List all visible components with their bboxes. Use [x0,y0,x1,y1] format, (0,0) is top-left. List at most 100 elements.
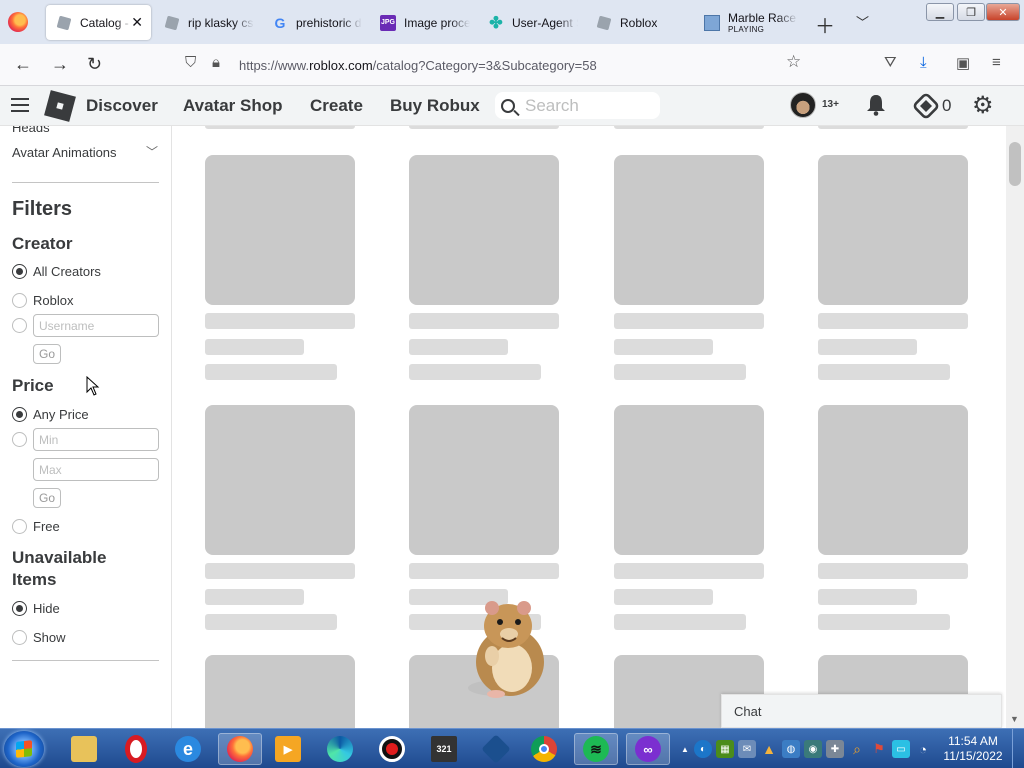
tab-catalog[interactable]: Catalog - Roblox ✕ [46,5,151,40]
close-tab-icon[interactable]: ✕ [131,14,143,31]
radio-button[interactable] [12,318,27,333]
tray-expand-icon[interactable]: ▲ [680,740,690,758]
tray-eye-icon[interactable]: ◉ [804,740,822,758]
robux-icon[interactable] [911,91,941,121]
username-input[interactable] [33,314,159,337]
item-thumbnail-placeholder[interactable] [614,155,764,305]
search-box[interactable] [495,92,660,119]
restore-window-button[interactable]: ❐ [957,3,985,21]
lock-icon[interactable]: 🔒︎ [212,54,220,71]
forward-arrow-icon[interactable]: → [51,54,69,74]
close-window-button[interactable]: ✕ [986,3,1020,21]
item-thumbnail-placeholder[interactable] [818,405,968,555]
radio-hide[interactable]: Hide [12,601,60,616]
search-input[interactable] [525,95,645,116]
radio-button[interactable] [12,519,27,534]
tab-image-processing[interactable]: JPG Image processing [370,5,470,40]
back-arrow-icon[interactable]: ← [14,54,32,74]
radio-username[interactable] [12,318,33,333]
radio-free[interactable]: Free [12,519,60,534]
tab-user-agent[interactable]: ✤ User-Agent Switcher [478,5,578,40]
downloads-icon[interactable]: ⤓ [920,54,927,71]
pocket-icon[interactable]: ⛛ [884,54,897,71]
scroll-down-arrow-icon[interactable]: ▼ [1010,714,1019,724]
page-scrollbar[interactable]: ▼ [1006,126,1024,728]
taskbar-clock[interactable]: 11:54 AM 11/15/2022 [940,734,1006,764]
item-thumbnail-placeholder[interactable] [409,405,559,555]
creator-go-button[interactable]: Go [33,344,61,364]
radio-button[interactable] [12,407,27,422]
price-go-button[interactable]: Go [33,488,61,508]
avatar[interactable] [790,92,816,118]
tray-search-icon[interactable]: ⌕ [848,740,866,758]
tray-warning-icon[interactable]: ▲ [760,740,778,758]
tray-mail-icon[interactable]: ✉ [738,740,756,758]
tray-edge-icon[interactable]: ◐ [694,740,712,758]
tab-roblox[interactable]: Roblox [586,5,686,40]
item-thumbnail-placeholder[interactable] [205,405,355,555]
radio-show[interactable]: Show [12,630,66,645]
category-item-avatar-animations[interactable]: Avatar Animations [12,145,117,160]
tab-rip-klasky[interactable]: rip klasky csupo [154,5,254,40]
minimize-window-button[interactable]: ▁ [926,3,954,21]
taskbar-app-firefox[interactable] [218,733,262,765]
bookmark-star-icon[interactable]: ☆ [786,52,801,72]
taskbar-app-spotify[interactable]: ≋ [574,733,618,765]
max-price-input[interactable] [33,458,159,481]
radio-price-range[interactable] [12,432,33,447]
tab-marble-race[interactable]: Marble Race PLAYING [694,5,798,40]
taskbar-app-ie[interactable]: e [166,733,210,765]
min-price-input[interactable] [33,428,159,451]
tray-display-icon[interactable]: ▭ [892,740,910,758]
roblox-logo-icon[interactable] [44,90,76,122]
start-button[interactable] [4,731,44,767]
gear-icon[interactable]: ⚙ [972,94,994,118]
chat-bar[interactable]: Chat [721,694,1002,728]
item-thumbnail-placeholder[interactable] [409,155,559,305]
shield-icon[interactable]: ⛉ [185,54,196,71]
chevron-down-icon[interactable]: ﹀ [146,143,158,160]
tray-nvidia-icon[interactable]: ▦ [716,740,734,758]
nav-discover[interactable]: Discover [86,96,158,116]
hamburger-menu-icon[interactable] [11,98,29,112]
show-desktop-button[interactable] [1012,729,1024,768]
taskbar-app-recorder[interactable] [370,733,414,765]
tray-network-icon[interactable]: ◍ [782,740,800,758]
item-thumbnail-placeholder[interactable] [205,655,355,728]
radio-button[interactable] [12,601,27,616]
taskbar-app-chrome[interactable] [522,733,566,765]
nav-create[interactable]: Create [310,96,363,116]
taskbar-app-virtualbox[interactable] [474,733,518,765]
list-tabs-chevron-icon[interactable]: ﹀ [856,12,869,31]
taskbar-app-opera[interactable] [114,733,158,765]
notification-bell-icon[interactable] [866,94,886,116]
category-item-heads[interactable]: Heads [12,126,50,135]
firefox-menu-icon[interactable] [8,12,28,32]
item-thumbnail-placeholder[interactable] [818,155,968,305]
taskbar-app-media-player[interactable]: ▶ [266,733,310,765]
radio-roblox[interactable]: Roblox [12,293,73,308]
scrollbar-thumb[interactable] [1009,142,1021,186]
tray-flag-icon[interactable]: ⚑ [870,740,888,758]
taskbar-app-explorer[interactable] [62,733,106,765]
radio-all-creators[interactable]: All Creators [12,264,101,279]
taskbar-app-clapper[interactable]: 321 [422,733,466,765]
extensions-icon[interactable]: ▣ [956,54,970,72]
taskbar-app-edge[interactable] [318,733,362,765]
nav-avatar-shop[interactable]: Avatar Shop [183,96,283,116]
radio-button[interactable] [12,630,27,645]
tray-volume-icon[interactable]: ◔ [914,740,932,758]
taskbar-app-discord[interactable]: ∞ [626,733,670,765]
reload-icon[interactable]: ↻ [87,54,102,74]
item-thumbnail-placeholder[interactable] [614,405,764,555]
item-thumbnail-placeholder[interactable] [205,155,355,305]
url-bar[interactable]: https://www. roblox.com/catalog?Category=… [239,50,779,80]
new-tab-button[interactable]: ＋ [815,10,835,39]
radio-button[interactable] [12,264,27,279]
nav-buy-robux[interactable]: Buy Robux [390,96,480,116]
radio-button[interactable] [12,293,27,308]
radio-any-price[interactable]: Any Price [12,407,89,422]
app-menu-icon[interactable]: ≡ [992,54,1001,71]
radio-button[interactable] [12,432,27,447]
tray-tools-icon[interactable]: ✚ [826,740,844,758]
